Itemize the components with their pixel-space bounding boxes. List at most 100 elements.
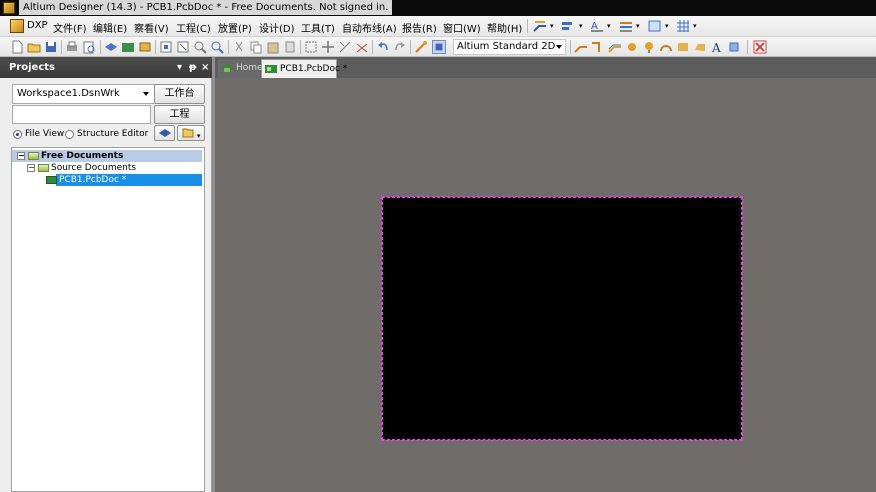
multi-route-icon[interactable] <box>608 40 622 54</box>
project-options-button[interactable]: ▾ <box>177 125 205 141</box>
panel-menu-icon[interactable]: ▾ <box>177 57 182 78</box>
grid-icon[interactable] <box>676 19 690 33</box>
dropdown-arrow-icon[interactable]: ▾ <box>550 22 554 30</box>
open-folder-icon[interactable] <box>27 40 41 54</box>
chevron-down-icon <box>143 92 149 96</box>
title-bar: Altium Designer (14.3) - PCB1.PcbDoc * -… <box>0 0 876 16</box>
pcb-board[interactable] <box>381 196 743 441</box>
project-tree: − Free Documents − Source Documents PCB1… <box>11 147 205 492</box>
layers-icon <box>158 129 171 137</box>
zoom-filtered-icon[interactable] <box>210 40 224 54</box>
menu-project[interactable]: 工程(C) <box>176 20 211 35</box>
paste-icon[interactable] <box>266 40 280 54</box>
menu-bar: DXP 文件(F) 编辑(E) 察看(V) 工程(C) 放置(P) 设计(D) … <box>0 16 876 37</box>
interactive-routing-icon[interactable] <box>533 19 547 33</box>
zoom-fit-icon[interactable] <box>159 40 173 54</box>
place-component-icon[interactable] <box>727 40 741 54</box>
dropdown-arrow-icon[interactable]: ▾ <box>579 22 583 30</box>
structure-editor-radio[interactable] <box>65 130 74 139</box>
dropdown-arrow-icon[interactable]: ▾ <box>693 22 697 30</box>
move-icon[interactable] <box>321 40 335 54</box>
board-icon[interactable] <box>121 40 135 54</box>
file-view-label[interactable]: File View <box>25 129 64 139</box>
align-icon[interactable] <box>561 19 575 33</box>
document-folder-icon <box>182 128 194 138</box>
print-preview-icon[interactable] <box>82 40 96 54</box>
redo-icon[interactable] <box>393 40 407 54</box>
menu-window[interactable]: 窗口(W) <box>443 20 481 35</box>
dxp-icon[interactable] <box>10 19 24 33</box>
save-icon[interactable] <box>44 40 58 54</box>
layers-icon[interactable] <box>104 40 118 54</box>
pcb-editor-canvas[interactable] <box>215 78 876 492</box>
place-via-icon[interactable] <box>642 40 656 54</box>
file-view-radio[interactable] <box>13 130 22 139</box>
menu-design[interactable]: 设计(D) <box>259 20 295 35</box>
workspace-select[interactable]: Workspace1.DsnWrk <box>12 84 155 104</box>
tab-label: PCB1.PcbDoc * <box>280 64 348 74</box>
copy-icon[interactable] <box>249 40 263 54</box>
projects-panel: Projects ▾ ᵽ × Workspace1.DsnWrk 工作台 工程 … <box>0 57 212 492</box>
new-document-icon[interactable] <box>10 40 24 54</box>
tree-item-free-documents[interactable]: − Free Documents <box>12 150 202 162</box>
tab-pcb1-pcbdoc[interactable]: PCB1.PcbDoc * <box>261 59 347 78</box>
project-button[interactable]: 工程 <box>154 105 205 124</box>
menu-view[interactable]: 察看(V) <box>134 20 169 35</box>
dropdown-arrow-icon[interactable]: ▾ <box>636 22 640 30</box>
panel-title: Projects <box>9 62 56 73</box>
project-field[interactable] <box>12 105 151 124</box>
select-area-icon[interactable] <box>304 40 318 54</box>
undo-icon[interactable] <box>376 40 390 54</box>
close-icon[interactable]: × <box>201 57 209 78</box>
menu-help[interactable]: 帮助(H) <box>487 20 522 35</box>
pin-icon[interactable]: ᵽ <box>189 57 196 78</box>
tree-item-pcb1-pcbdoc[interactable]: PCB1.PcbDoc * <box>12 174 202 186</box>
menu-dxp[interactable]: DXP <box>27 20 48 31</box>
pcb-doc-icon <box>46 176 57 184</box>
dropdown-arrow-icon[interactable]: ▾ <box>665 22 669 30</box>
structure-editor-label[interactable]: Structure Editor <box>77 129 148 139</box>
tab-home[interactable]: Home <box>218 59 263 78</box>
browse-component-icon[interactable] <box>432 40 446 54</box>
layer-stack-icon[interactable] <box>619 19 633 33</box>
workspace-button[interactable]: 工作台 <box>154 84 205 104</box>
workspace-name: Workspace1.DsnWrk <box>17 88 120 99</box>
menu-file[interactable]: 文件(F) <box>53 20 87 35</box>
menu-reports[interactable]: 报告(R) <box>402 20 437 35</box>
collapse-icon[interactable]: − <box>17 152 25 160</box>
menu-place[interactable]: 放置(P) <box>218 20 252 35</box>
menu-autoroute[interactable]: 自动布线(A) <box>342 20 397 35</box>
compile-button[interactable] <box>154 125 175 141</box>
rubber-stamp-icon[interactable] <box>283 40 297 54</box>
clear-selection-icon[interactable] <box>355 40 369 54</box>
zoom-area-icon[interactable] <box>176 40 190 54</box>
clear-filter-icon[interactable] <box>753 40 767 54</box>
place-arc-icon[interactable] <box>659 40 673 54</box>
deselect-icon[interactable] <box>338 40 352 54</box>
cross-probe-icon[interactable] <box>414 40 428 54</box>
place-polygon-icon[interactable] <box>693 40 707 54</box>
text-place-icon[interactable]: A <box>590 19 604 33</box>
tree-label: Source Documents <box>51 163 137 173</box>
zoom-selected-icon[interactable] <box>193 40 207 54</box>
tree-label: Free Documents <box>41 151 124 161</box>
cut-icon[interactable] <box>232 40 246 54</box>
print-icon[interactable] <box>65 40 79 54</box>
tree-item-source-documents[interactable]: − Source Documents <box>12 162 202 174</box>
place-fill-icon[interactable] <box>676 40 690 54</box>
tree-label: PCB1.PcbDoc * <box>59 175 127 185</box>
dropdown-arrow-icon[interactable]: ▾ <box>607 22 611 30</box>
chevron-down-icon <box>556 45 562 49</box>
collapse-icon[interactable]: − <box>27 164 35 172</box>
route-differential-icon[interactable] <box>591 40 605 54</box>
route-interactive-icon[interactable] <box>574 40 588 54</box>
component-icon[interactable] <box>138 40 152 54</box>
select-window-icon[interactable] <box>648 19 662 33</box>
tab-label: Home <box>236 63 263 73</box>
folder-icon <box>28 152 39 160</box>
place-pad-icon[interactable] <box>625 40 639 54</box>
menu-edit[interactable]: 编辑(E) <box>93 20 127 35</box>
menu-tools[interactable]: 工具(T) <box>301 20 335 35</box>
view-mode-select[interactable]: Altium Standard 2D <box>453 39 566 55</box>
place-string-icon[interactable]: A <box>710 40 724 54</box>
